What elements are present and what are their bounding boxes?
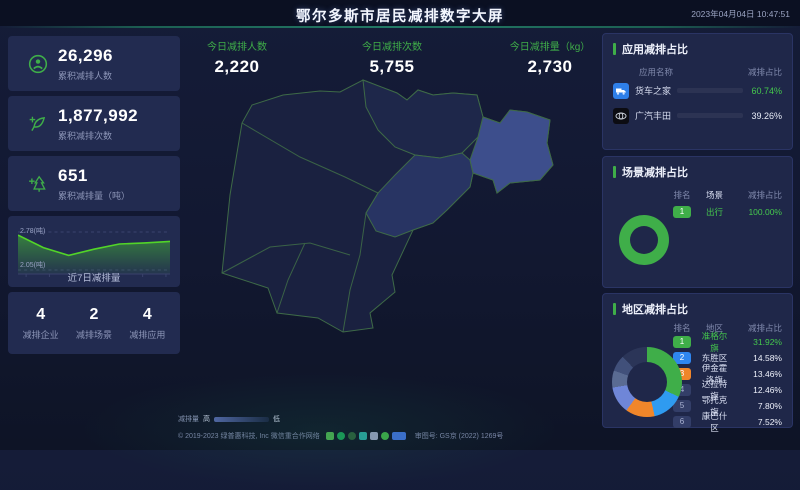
region-name: 准格尔旗 [699, 330, 730, 354]
toyota-app-icon [613, 108, 629, 124]
partner-logo-icon [337, 432, 345, 440]
legend-title: 减排量 [178, 414, 199, 424]
map-license-text: 审图号: GS京 (2022) 1269号 [415, 431, 504, 441]
panel-region-share: 地区减排占比 排名 地区 减排占比 1 准格尔旗 31.92% 2 东胜区 14… [602, 293, 793, 428]
partner-logo-icon [381, 432, 389, 440]
region-col-rank-header: 排名 [665, 322, 699, 334]
stat-card-amount: 651 累积减排量（吨） [8, 156, 180, 211]
cumulative-times-value: 1,877,992 [58, 106, 138, 126]
today-amount-value: 2,730 [495, 57, 605, 77]
partner-logos [326, 432, 409, 440]
app-bar-track [677, 113, 743, 118]
region-donut-chart[interactable] [612, 347, 682, 417]
today-amount-label: 今日减排量（kg） [495, 38, 605, 53]
app-pct: 60.74% [751, 86, 782, 96]
partner-logo-icon [392, 432, 406, 440]
stat-card-times: 1,877,992 累积减排次数 [8, 96, 180, 151]
stat-card-people: 26,296 累积减排人数 [8, 36, 180, 91]
panel-region-title: 地区减排占比 [613, 301, 782, 317]
partner-logo-icon [370, 432, 378, 440]
app-col-name-header: 应用名称 [639, 66, 673, 78]
region-pct: 12.46% [730, 385, 782, 395]
panel-scene-title: 场景减排占比 [613, 164, 782, 180]
today-times: 今日减排次数 5,755 [337, 38, 447, 77]
map-legend: 减排量 高 低 [178, 414, 284, 424]
partner-logo-icon [326, 432, 334, 440]
summary-apps: 4 减排应用 [129, 306, 165, 341]
rank-badge: 1 [673, 336, 691, 348]
today-times-label: 今日减排次数 [337, 38, 447, 53]
region-pct: 13.46% [730, 369, 782, 379]
panel-app-share: 应用减排占比 应用名称 减排占比 货车之家 60.74% 广汽丰田 39.26% [602, 33, 793, 150]
app-name: 货车之家 [635, 84, 677, 97]
scene-pct: 100.00% [730, 207, 782, 217]
trend-max-label: 2.78(吨) [20, 226, 45, 236]
header-bar: 鄂尔多斯市居民减排数字大屏 2023年04月04日 10:47:51 [0, 0, 800, 26]
app-col-pct-header: 减排占比 [748, 66, 782, 78]
scene-col-rank-header: 排名 [665, 189, 699, 201]
panel-scene-share: 场景减排占比 排名 场景 减排占比 1 出行 100.00% [602, 156, 793, 288]
legend-gradient-bar [214, 417, 269, 422]
scene-row: 1 出行 100.00% [665, 201, 782, 223]
apps-value: 4 [129, 306, 165, 324]
trend-card: 2.78(吨) 2.05(吨) 近7日减排量 [8, 216, 180, 287]
scene-col-name-header: 场景 [699, 189, 730, 201]
today-times-value: 5,755 [337, 57, 447, 77]
cumulative-people-value: 26,296 [58, 46, 113, 66]
today-people: 今日减排人数 2,220 [182, 38, 292, 77]
app-row-huochezhijia: 货车之家 60.74% [613, 78, 782, 103]
ordos-map[interactable] [200, 75, 600, 420]
region-name: 康巴什区 [699, 410, 730, 434]
scene-donut-chart[interactable] [619, 215, 669, 265]
app-pct: 39.26% [751, 111, 782, 121]
trend-title: 近7日减排量 [8, 270, 180, 284]
scene-name: 出行 [699, 206, 730, 218]
summary-card: 4 减排企业 2 减排场景 4 减排应用 [8, 292, 180, 354]
apps-label: 减排应用 [129, 328, 165, 341]
region-pct: 7.80% [730, 401, 782, 411]
copyright-text: © 2019-2023 绿普惠科技, Inc 微信重合作网络 [178, 431, 320, 441]
today-people-value: 2,220 [182, 57, 292, 77]
region-pct: 14.58% [730, 353, 782, 363]
scenes-value: 2 [76, 306, 112, 324]
cumulative-amount-label: 累积减排量（吨） [58, 189, 130, 202]
partner-logo-icon [359, 432, 367, 440]
app-row-gac-toyota: 广汽丰田 39.26% [613, 103, 782, 128]
panel-app-title: 应用减排占比 [613, 41, 782, 57]
region-col-pct-header: 减排占比 [730, 322, 782, 334]
region-pct: 7.52% [730, 417, 782, 427]
region-row: 6 康巴什区 7.52% [665, 414, 782, 430]
enterprises-label: 减排企业 [23, 328, 59, 341]
summary-enterprises: 4 减排企业 [23, 306, 59, 341]
page-title: 鄂尔多斯市居民减排数字大屏 [0, 5, 800, 26]
truck-app-icon [613, 83, 629, 99]
enterprises-value: 4 [23, 306, 59, 324]
rank-badge: 1 [673, 206, 691, 218]
cumulative-times-label: 累积减排次数 [58, 129, 138, 142]
cumulative-people-label: 累积减排人数 [58, 69, 113, 82]
scenes-label: 减排场景 [76, 328, 112, 341]
app-name: 广汽丰田 [635, 109, 677, 122]
legend-high: 高 [203, 414, 210, 424]
region-pct: 31.92% [730, 337, 782, 347]
trend-min-label: 2.05(吨) [20, 260, 45, 270]
person-leaf-icon [28, 54, 48, 74]
leaf-plus-icon [28, 114, 48, 134]
cumulative-amount-value: 651 [58, 166, 130, 186]
today-people-label: 今日减排人数 [182, 38, 292, 53]
summary-scenes: 2 减排场景 [76, 306, 112, 341]
scene-col-pct-header: 减排占比 [730, 189, 782, 201]
app-bar-track [677, 88, 743, 93]
tree-plus-icon [28, 174, 48, 194]
partner-logo-icon [348, 432, 356, 440]
map-region-highlight[interactable] [470, 110, 553, 193]
region-row: 1 准格尔旗 31.92% [665, 334, 782, 350]
today-amount: 今日减排量（kg） 2,730 [495, 38, 605, 77]
rank-badge: 6 [673, 416, 691, 428]
footer: © 2019-2023 绿普惠科技, Inc 微信重合作网络 审图号: GS京 … [178, 431, 503, 441]
legend-low: 低 [273, 414, 280, 424]
datetime: 2023年04月04日 10:47:51 [691, 8, 790, 20]
